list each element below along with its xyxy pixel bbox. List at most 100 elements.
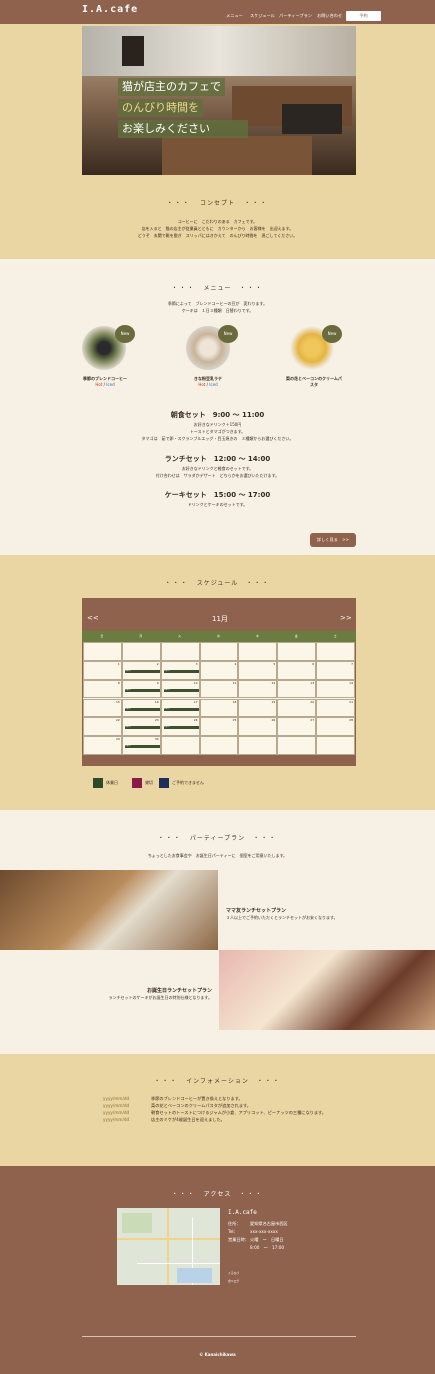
calendar-day[interactable]: [277, 736, 317, 755]
calendar-day[interactable]: 30 休業日: [121, 736, 161, 755]
calendar-day[interactable]: 24 休業日: [160, 717, 200, 737]
day-number: 22: [116, 718, 120, 723]
menu-intro: 季節によって ブレンドコーヒーの豆が 変わります。 ケーキは １日３種類 日替わり…: [167, 301, 268, 313]
calendar-day[interactable]: [277, 642, 317, 661]
nav-party[interactable]: パーティープラン: [279, 13, 312, 19]
calendar-day[interactable]: [160, 736, 200, 755]
hero-line-2: のんびり時間を: [118, 99, 203, 117]
calendar-day[interactable]: 11: [199, 679, 239, 699]
calendar-day[interactable]: 26: [238, 717, 278, 737]
hero-line-3: お楽しみください: [118, 120, 248, 138]
tabelog-link[interactable]: 食べログ: [228, 1279, 239, 1283]
logo[interactable]: I.A.cafe: [82, 4, 138, 15]
hours: 8:00 ～ 17:00: [250, 1245, 285, 1250]
calendar-day[interactable]: 6: [277, 660, 317, 680]
closed-event[interactable]: 休業日: [163, 688, 199, 692]
closed-event[interactable]: 休業日: [163, 669, 199, 673]
calendar-day[interactable]: 14: [316, 679, 355, 699]
gurunavi-link[interactable]: ぐるなび: [228, 1271, 239, 1275]
calendar-grid: 1 2 休業日 3 休業日 4 5 6 7 8 9 休業日 10 休業日 11 12 13 14 15 16 休業日 17…: [83, 642, 355, 755]
calendar-day[interactable]: 21: [316, 698, 355, 718]
hero-line-1: 猫が店主のカフェで: [118, 78, 225, 96]
header: I.A.cafe メニュー スケジュール パーティープラン お問い合わせ 予約: [0, 0, 435, 24]
closed-event[interactable]: 休業日: [124, 707, 160, 711]
calendar-day[interactable]: [238, 642, 278, 661]
day-number: 23: [154, 718, 159, 723]
calendar-day[interactable]: 20: [277, 698, 317, 718]
calendar-day[interactable]: [199, 736, 239, 755]
day-number: 14: [349, 680, 353, 685]
info-row: yyyy/mm/dd 朝食セットのトーストにつけるジャムが小倉、アプリコット、ピー…: [103, 1110, 326, 1115]
legend-private: 貸切: [132, 778, 153, 788]
day-number: 15: [116, 699, 120, 704]
prev-month-button[interactable]: <<: [87, 614, 99, 622]
nav-schedule[interactable]: スケジュール: [250, 13, 275, 19]
menu-title: ・・・ メニュー ・・・: [171, 285, 264, 292]
breakfast-set: 朝食セット 9:00 ～ 11:00 お好きなドリンク＋150円 トーストとタマゴ…: [141, 411, 294, 442]
calendar-day[interactable]: 17 休業日: [160, 698, 200, 718]
calendar-day[interactable]: [316, 736, 355, 755]
info-row: yyyy/mm/dd 菜の花とベーコンのクリームパスタが追加されます。: [103, 1103, 251, 1108]
calendar-day[interactable]: 9 休業日: [121, 679, 161, 699]
calendar-day[interactable]: 10 休業日: [160, 679, 200, 699]
hero-image: 猫が店主のカフェで のんびり時間を お楽しみください: [82, 26, 356, 175]
calendar-day[interactable]: 5: [238, 660, 278, 680]
more-button[interactable]: 詳しく見る >>: [310, 533, 356, 547]
calendar-day[interactable]: [83, 642, 122, 661]
calendar-day[interactable]: [238, 736, 278, 755]
calendar-day[interactable]: 27: [277, 717, 317, 737]
info-title: ・・・ インフォメーション ・・・: [154, 1078, 281, 1085]
reserve-button[interactable]: 予約: [346, 11, 381, 21]
calendar-day[interactable]: 28: [316, 717, 355, 737]
closed-event[interactable]: 休業日: [163, 707, 199, 711]
birthday-cake-image: [219, 950, 435, 1030]
new-badge: New: [322, 325, 342, 343]
party-title: ・・・ パーティープラン ・・・: [157, 835, 278, 842]
calendar-day[interactable]: [160, 642, 200, 661]
nav-contact[interactable]: お問い合わせ: [317, 13, 342, 19]
weekday-label: 月: [139, 634, 143, 638]
lunch-set: ランチセット 12:00 ～ 14:00 お好きなドリンクと軽食のセットです。付…: [155, 455, 280, 479]
calendar-day[interactable]: 12: [238, 679, 278, 699]
day-number: 3: [195, 661, 198, 666]
nav-menu[interactable]: メニュー: [226, 13, 243, 19]
calendar-day[interactable]: 18: [199, 698, 239, 718]
calendar-header: << 11月 >>: [82, 598, 356, 631]
next-month-button[interactable]: >>: [340, 614, 352, 622]
calendar-day[interactable]: 13: [277, 679, 317, 699]
closed-event[interactable]: 休業日: [124, 726, 160, 730]
calendar-day[interactable]: 3 休業日: [160, 660, 200, 680]
calendar-day[interactable]: 29: [83, 736, 122, 755]
copyright: © Kanaichikawa: [199, 1352, 236, 1357]
new-badge: New: [218, 325, 238, 343]
info-row: yyyy/mm/dd 店主のミケが4歳誕生日を迎えました。: [103, 1117, 225, 1122]
calendar-day[interactable]: 22: [83, 717, 122, 737]
mom-lunch-image: [0, 870, 218, 950]
closed-event[interactable]: 休業日: [163, 726, 199, 730]
calendar-day[interactable]: 16 休業日: [121, 698, 161, 718]
new-badge: New: [115, 325, 135, 343]
calendar-day[interactable]: 7: [316, 660, 355, 680]
calendar-day[interactable]: 19: [238, 698, 278, 718]
day-number: 7: [351, 661, 353, 666]
calendar-day[interactable]: 15: [83, 698, 122, 718]
legend-unavailable: ご予約できません: [159, 778, 204, 788]
calendar-day[interactable]: 23 休業日: [121, 717, 161, 737]
closed-event[interactable]: 休業日: [124, 745, 160, 749]
weekday-label: 土: [333, 634, 337, 638]
day-number: 17: [193, 699, 198, 704]
calendar-day[interactable]: 2 休業日: [121, 660, 161, 680]
month-label: 11月: [212, 615, 228, 623]
calendar-day[interactable]: [316, 642, 355, 661]
closed-event[interactable]: 休業日: [124, 688, 160, 692]
calendar: << 11月 >> 日月火水木金土 1 2 休業日 3 休業日 4 5 6 7 8 9 休業日 10 休業…: [82, 598, 356, 766]
day-number: 11: [232, 680, 237, 685]
map[interactable]: [117, 1208, 220, 1285]
calendar-day[interactable]: 4: [199, 660, 239, 680]
calendar-day[interactable]: [199, 642, 239, 661]
closed-event[interactable]: 休業日: [124, 669, 160, 673]
calendar-day[interactable]: 25: [199, 717, 239, 737]
calendar-day[interactable]: [121, 642, 161, 661]
calendar-day[interactable]: 8: [83, 679, 122, 699]
calendar-day[interactable]: 1: [83, 660, 122, 680]
